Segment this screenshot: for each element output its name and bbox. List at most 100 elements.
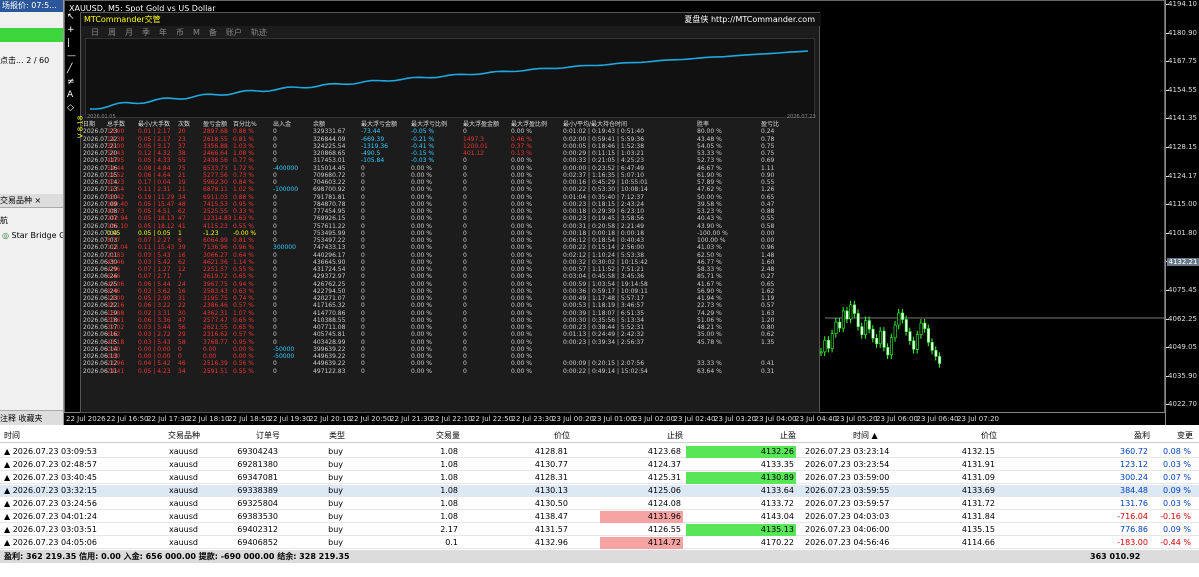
trade-cell: 69304243 [237, 447, 278, 456]
trade-column-header[interactable]: 变更 [1153, 429, 1193, 443]
trade-column-header[interactable]: 交易量 [400, 429, 460, 443]
price-tick-mark [1166, 318, 1169, 320]
trade-row[interactable]: ▲ 2026.07.23 02:48:57 xauusd 69281380 buy 1.… [0, 459, 1199, 472]
trade-cell: 4130.89 [686, 472, 796, 485]
stats-cell: 0 [463, 229, 467, 237]
stats-cell: 34 [178, 367, 186, 375]
trade-column-header[interactable]: 价位 [510, 429, 570, 443]
stats-cell: 0.65 % [233, 316, 254, 324]
stats-cell: 0:00:23 | 0:19:45 | 3:58:56 [563, 215, 645, 223]
panel-tab[interactable]: 周 [108, 28, 116, 37]
trade-cell: 4133.72 [760, 499, 794, 508]
stats-cell: 39 [178, 244, 186, 252]
stats-cell: 777454.95 [313, 208, 346, 215]
time-tick-label: 22 Jul 20:10 [309, 415, 351, 423]
panel-link[interactable]: 夏盘侠 http://MTCommander.com [684, 13, 815, 26]
stats-cell: 4621.36 [203, 258, 228, 266]
stats-cell: 62 [178, 258, 186, 266]
stats-cell: 8.46 [107, 287, 121, 295]
trade-column-header[interactable]: 类型 [285, 429, 345, 443]
stats-cell: 0.00 % [411, 193, 432, 201]
stats-cell: 0 [361, 338, 365, 346]
stats-cell: 46 [178, 360, 186, 368]
stats-cell: 0.00 % [511, 324, 532, 331]
stats-cell: 0.11 | 2.31 [138, 186, 171, 194]
panel-tab[interactable]: 账户 [226, 28, 242, 37]
stats-cell: 0 [463, 128, 467, 136]
stats-cell: 43.48 % [697, 135, 722, 143]
panel-tab[interactable]: 币 [176, 28, 184, 37]
time-tick-label: 22 Jul 19:30 [268, 415, 311, 423]
panel-tab[interactable]: 轨迹 [251, 28, 267, 37]
trade-column-header[interactable]: 盈利 [1066, 429, 1150, 443]
stats-cell: 47 [178, 316, 186, 324]
stats-cell: 125.10 [107, 222, 128, 230]
stats-row: 2026.06.26 6.46 0.07 | 2.71 7 2619.72 0.65 % 0… [83, 273, 803, 280]
stats-cell: 0.00 % [411, 367, 432, 375]
tab-favorites[interactable]: 收藏夹 [19, 414, 43, 423]
tab-notes[interactable]: 注释 [0, 414, 16, 423]
stats-cell: 35.00 % [697, 331, 722, 339]
trade-column-header[interactable]: 交易品种 [140, 429, 200, 443]
stats-cell: 32.02 [107, 324, 125, 331]
trade-column-header[interactable]: 时间 [4, 429, 20, 443]
stats-cell: 12314.83 [203, 215, 232, 223]
panel-tab[interactable]: 日 [91, 28, 99, 37]
stats-cell: 0 [463, 208, 467, 215]
stats-cell: 0.00 % [411, 302, 432, 310]
stats-cell: 22.73 % [697, 302, 722, 310]
candle-body [889, 337, 893, 356]
stats-row: 2026.06.11 24.41 0.05 | 4.23 34 2591.51 0.55 … [83, 368, 803, 375]
panel-tabs: 日周月季年币 M 备账户 轨迹 [91, 27, 276, 38]
stats-cell: 0:00:22 | 0:53:30 | 10:08:14 [563, 186, 648, 194]
stats-cell: 0.00 % [411, 273, 432, 281]
stats-cell: 0.00 [203, 345, 217, 353]
stats-cell: 0.63 % [233, 287, 254, 295]
trade-row[interactable]: ▲ 2026.07.23 03:32:15 xauusd 69338389 buy 1.… [0, 485, 1199, 498]
symbols-tab[interactable]: 交易品种 × [0, 194, 63, 208]
trade-row[interactable]: ▲ 2026.07.23 03:40:45 xauusd 69347081 buy 1.… [0, 472, 1199, 485]
trade-row[interactable]: ▲ 2026.07.23 04:01:24 xauusd 69383530 buy 1.… [0, 511, 1199, 524]
trade-cell: -183.00 [1117, 538, 1148, 547]
close-icon[interactable]: × [35, 196, 42, 205]
stats-cell: 0.00 % [511, 353, 532, 360]
trade-column-header[interactable]: 价位 [935, 429, 997, 443]
trade-cell: 131.76 [1120, 499, 1148, 508]
panel-tab[interactable]: 月 [125, 28, 133, 37]
nav-item[interactable]: ◎ Star Bridge G [0, 228, 63, 243]
stats-cell: 53.23 % [697, 208, 722, 215]
trade-cell: xauusd [168, 447, 198, 456]
trade-row[interactable]: ▲ 2026.07.23 03:09:53 xauusd 69304243 buy 1.… [0, 446, 1199, 459]
trade-column-header[interactable]: 时间 ▲ [853, 429, 878, 443]
panel-tab[interactable]: 年 [159, 28, 167, 37]
stats-cell: 58.33 % [697, 266, 722, 273]
stats-cell: 403428.99 [313, 338, 346, 346]
stats-cell: 62.50 % [697, 251, 722, 259]
stats-cell: -73.44 [361, 128, 381, 136]
stats-cell: 2621.55 [203, 324, 228, 331]
stats-cell: 709680.72 [313, 171, 346, 179]
trade-cell: buy [328, 525, 343, 534]
stats-cell: 0.00 % [411, 164, 432, 172]
time-tick-label: 23 Jul 04:40 [795, 415, 837, 423]
trade-column-header[interactable]: 订单号 [220, 429, 280, 443]
stats-cell: 57.89 % [697, 179, 722, 186]
stats-cell: 6911.03 [203, 193, 228, 201]
stats-cell: 784870.78 [313, 200, 346, 208]
trade-row[interactable]: ▲ 2026.07.23 03:03:51 xauusd 69402312 buy 2.… [0, 524, 1199, 537]
trade-row[interactable]: ▲ 2026.07.23 03:24:56 xauusd 69325804 buy 1.… [0, 498, 1199, 511]
candle-body [919, 322, 923, 336]
panel-tab[interactable]: 备 [209, 28, 217, 37]
stats-row: 2026.07.07 232.94 0.05 | 18.13 47 12314.83 1.… [83, 215, 803, 222]
trade-row[interactable]: ▲ 2026.07.23 04:05:06 xauusd 69406852 buy 0.… [0, 537, 1199, 550]
stats-cell: 24.52 [107, 171, 125, 179]
stats-cell: 0 [463, 302, 467, 310]
panel-tab[interactable]: 季 [142, 28, 150, 37]
candle-body [934, 350, 938, 357]
stats-cell: -0.15 % [411, 150, 435, 157]
trade-column-header[interactable]: 止盈 [686, 429, 796, 443]
panel-tab[interactable]: M [193, 28, 200, 37]
stats-cell: 0.00 % [511, 345, 532, 353]
trade-column-header[interactable]: 止损 [600, 429, 683, 443]
candle-body [875, 337, 879, 345]
